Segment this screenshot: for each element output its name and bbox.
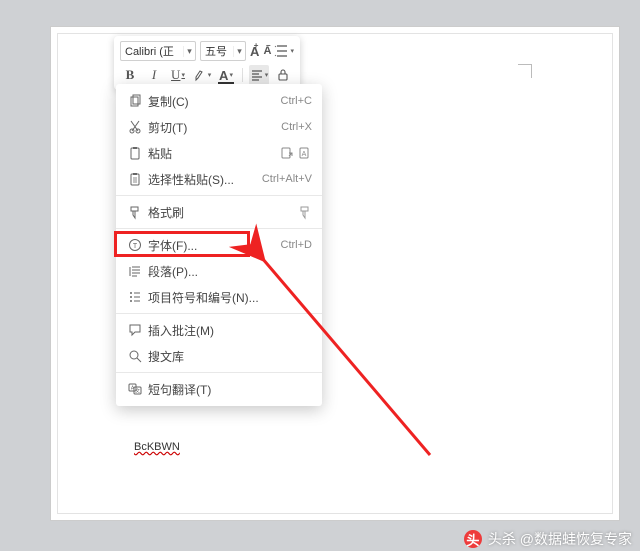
font-color-button[interactable]: A ▾ (216, 65, 236, 85)
svg-text:T: T (133, 243, 138, 250)
search-icon (124, 349, 146, 363)
font-icon: T (124, 238, 146, 252)
cut-icon (124, 120, 146, 134)
highlight-color-button[interactable]: ▾ (192, 65, 212, 85)
svg-text:文: 文 (135, 388, 140, 395)
paste-special-icon (124, 172, 146, 186)
menu-label: 短句翻译(T) (146, 381, 314, 398)
copy-icon (124, 94, 146, 108)
menu-item-insert-comment[interactable]: 插入批注(M) (116, 317, 322, 343)
menu-label: 选择性粘贴(S)... (146, 171, 262, 188)
bullets-icon (124, 290, 146, 304)
menu-item-cut[interactable]: 剪切(T) Ctrl+X (116, 114, 322, 140)
watermark-logo-icon: 头 (464, 530, 482, 548)
paste-icon (124, 146, 146, 160)
line-spacing-button[interactable]: ▾ (275, 41, 294, 61)
menu-label: 插入批注(M) (146, 322, 314, 339)
svg-text:A: A (302, 151, 307, 158)
menu-item-format-painter[interactable]: 格式刷 (116, 199, 322, 225)
menu-item-paste[interactable]: 粘贴 A (116, 140, 322, 166)
menu-label: 复制(C) (146, 93, 281, 110)
menu-separator (116, 228, 322, 229)
lock-button[interactable] (273, 65, 293, 85)
menu-label: 项目符号和编号(N)... (146, 289, 314, 306)
mini-toolbar: Calibri (正 ▾ 五号 ▾ A+ A− ▾ B I U▾ ▾ A ▾ (114, 36, 300, 90)
menu-item-paste-special[interactable]: 选择性粘贴(S)... Ctrl+Alt+V (116, 166, 322, 192)
font-size-combo[interactable]: 五号 ▾ (200, 41, 246, 61)
menu-shortcut: Ctrl+C (281, 95, 314, 107)
font-name-combo[interactable]: Calibri (正 ▾ (120, 41, 196, 61)
paste-options-icon (278, 146, 296, 160)
page-margin-indicator (518, 64, 532, 78)
watermark: 头 头杀 @数据蛙恢复专家 (464, 529, 632, 549)
menu-item-font[interactable]: T 字体(F)... Ctrl+D (116, 232, 322, 258)
bold-button[interactable]: B (120, 65, 140, 85)
format-painter-icon (124, 205, 146, 219)
menu-label: 字体(F)... (146, 237, 281, 254)
menu-shortcut: Ctrl+Alt+V (262, 173, 314, 185)
underline-button[interactable]: U▾ (168, 65, 188, 85)
menu-item-copy[interactable]: 复制(C) Ctrl+C (116, 88, 322, 114)
menu-item-paragraph[interactable]: 段落(P)... (116, 258, 322, 284)
menu-label: 剪切(T) (146, 119, 281, 136)
document-body-text[interactable]: BcKBWN (134, 441, 180, 453)
brush-alt-icon (296, 205, 314, 219)
translate-icon: A文 (124, 382, 146, 396)
menu-item-search-library[interactable]: 搜文库 (116, 343, 322, 369)
shrink-font-button[interactable]: A− (263, 41, 271, 61)
menu-separator (116, 195, 322, 196)
menu-item-translate[interactable]: A文 短句翻译(T) (116, 376, 322, 402)
menu-shortcut: Ctrl+X (281, 121, 314, 133)
menu-label: 段落(P)... (146, 263, 314, 280)
comment-icon (124, 323, 146, 337)
paragraph-icon (124, 264, 146, 278)
separator (242, 68, 243, 82)
italic-button[interactable]: I (144, 65, 164, 85)
menu-shortcut: Ctrl+D (281, 239, 314, 251)
menu-separator (116, 372, 322, 373)
menu-separator (116, 313, 322, 314)
menu-label: 粘贴 (146, 145, 278, 162)
menu-label: 格式刷 (146, 204, 296, 221)
menu-label: 搜文库 (146, 348, 314, 365)
grow-font-button[interactable]: A+ (250, 41, 259, 61)
menu-item-bullets-numbering[interactable]: 项目符号和编号(N)... (116, 284, 322, 310)
context-menu: 复制(C) Ctrl+C 剪切(T) Ctrl+X 粘贴 A 选择性粘贴(S).… (116, 84, 322, 406)
watermark-text: 头杀 @数据蛙恢复专家 (488, 529, 632, 549)
keep-text-icon: A (296, 146, 314, 160)
align-button[interactable]: ▾ (249, 65, 269, 85)
